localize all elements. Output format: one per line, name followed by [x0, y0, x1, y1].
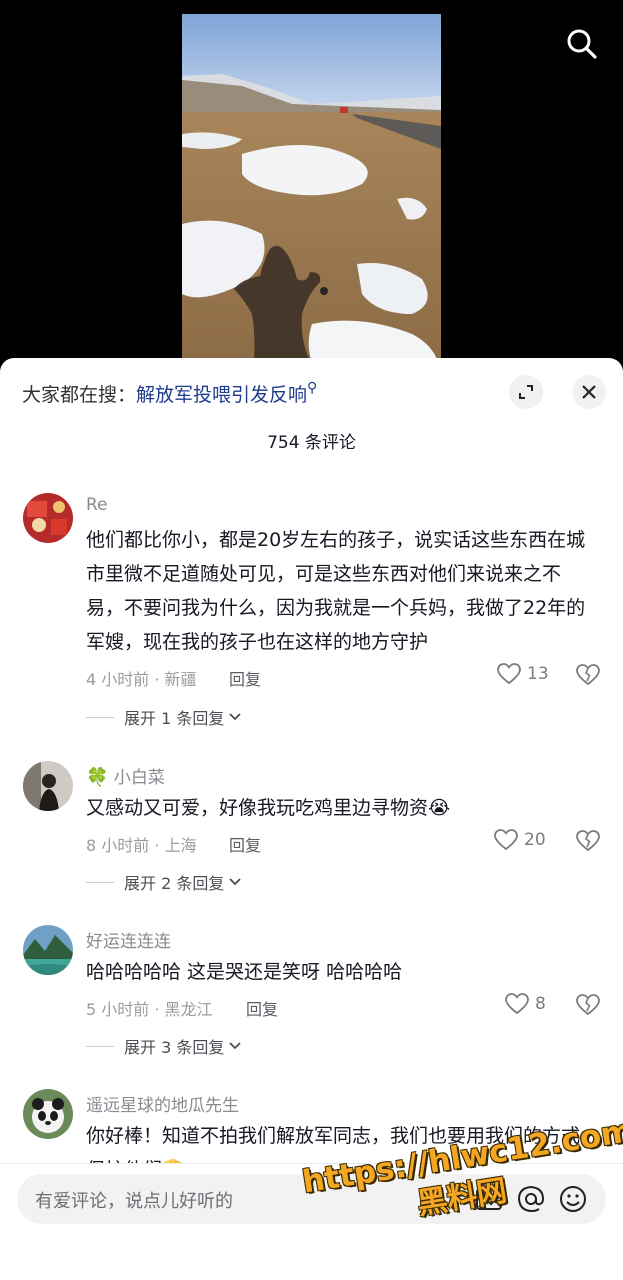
search-button[interactable] [562, 24, 602, 64]
small-search-icon: ⚲ [307, 380, 318, 396]
dislike-button[interactable] [576, 830, 600, 856]
comment-username[interactable]: Re [86, 495, 108, 515]
reply-button[interactable]: 回复 [229, 832, 261, 856]
search-icon [567, 29, 597, 59]
avatar[interactable] [23, 1089, 73, 1139]
reply-button[interactable]: 回复 [246, 996, 278, 1020]
reply-button[interactable]: 回复 [229, 666, 261, 690]
trending-search-hint[interactable]: 大家都在搜：解放军投喂引发反响⚲ [22, 380, 317, 407]
broken-heart-icon [576, 994, 600, 1016]
avatar[interactable] [23, 925, 73, 975]
expand-replies[interactable]: 展开 1 条回复 [86, 705, 242, 729]
close-icon [582, 385, 596, 399]
comment-username-row[interactable]: 🍀 小白菜 [86, 763, 165, 788]
dislike-button[interactable] [576, 664, 600, 690]
heart-icon [494, 829, 518, 851]
comment-input-placeholder: 有爱评论，说点儿好听的 [35, 1191, 233, 1212]
chevron-down-icon [229, 1042, 241, 1050]
expand-replies-label: 展开 2 条回复 [124, 874, 225, 893]
like-button[interactable]: 20 [494, 829, 546, 851]
expand-replies[interactable]: 展开 3 条回复 [86, 1034, 242, 1058]
expand-icon [519, 385, 533, 399]
comment-username[interactable]: 遥远星球的地瓜先生 [86, 1091, 239, 1116]
like-button[interactable]: 8 [505, 993, 546, 1015]
avatar[interactable] [23, 493, 73, 543]
broken-heart-icon [576, 830, 600, 852]
like-count: 8 [535, 994, 546, 1014]
comment-text: 哈哈哈哈哈 这是哭还是笑呀 哈哈哈哈 [86, 961, 403, 983]
trending-search-prefix: 大家都在搜： [22, 384, 137, 406]
chevron-down-icon [229, 713, 241, 721]
comment-meta: 8 小时前 · 上海 [86, 836, 197, 855]
divider [86, 716, 114, 718]
dislike-button[interactable] [576, 994, 600, 1020]
comment-text: 又感动又可爱，好像我玩吃鸡里边寻物资😭 [86, 797, 451, 819]
comment-username[interactable]: 好运连连连 [86, 927, 171, 952]
divider [86, 881, 114, 883]
heart-icon [497, 663, 521, 685]
like-button[interactable]: 13 [497, 663, 549, 685]
chevron-down-icon [229, 878, 241, 886]
expand-replies[interactable]: 展开 2 条回复 [86, 870, 242, 894]
comment-text: 他们都比你小，都是20岁左右的孩子，说实话这些东西在城市里微不足道随处可见，可是… [86, 529, 586, 653]
like-count: 20 [524, 830, 546, 850]
avatar[interactable] [23, 761, 73, 811]
clover-icon: 🍀 [86, 767, 109, 788]
expand-replies-label: 展开 3 条回复 [124, 1038, 225, 1057]
broken-heart-icon [576, 664, 600, 686]
trending-search-keyword[interactable]: 解放军投喂引发反响 [136, 384, 307, 406]
video-thumbnail[interactable] [182, 14, 441, 380]
close-button[interactable] [572, 375, 606, 409]
comment-username[interactable]: 小白菜 [114, 768, 165, 788]
heart-icon [505, 993, 529, 1015]
comment-meta: 4 小时前 · 新疆 [86, 670, 197, 689]
comment-count: 754 条评论 [267, 433, 356, 453]
expand-replies-label: 展开 1 条回复 [124, 709, 225, 728]
video-player[interactable] [0, 0, 623, 380]
divider [86, 1045, 114, 1047]
comment-meta: 5 小时前 · 黑龙江 [86, 1000, 213, 1019]
like-count: 13 [527, 664, 549, 684]
expand-button[interactable] [509, 375, 543, 409]
